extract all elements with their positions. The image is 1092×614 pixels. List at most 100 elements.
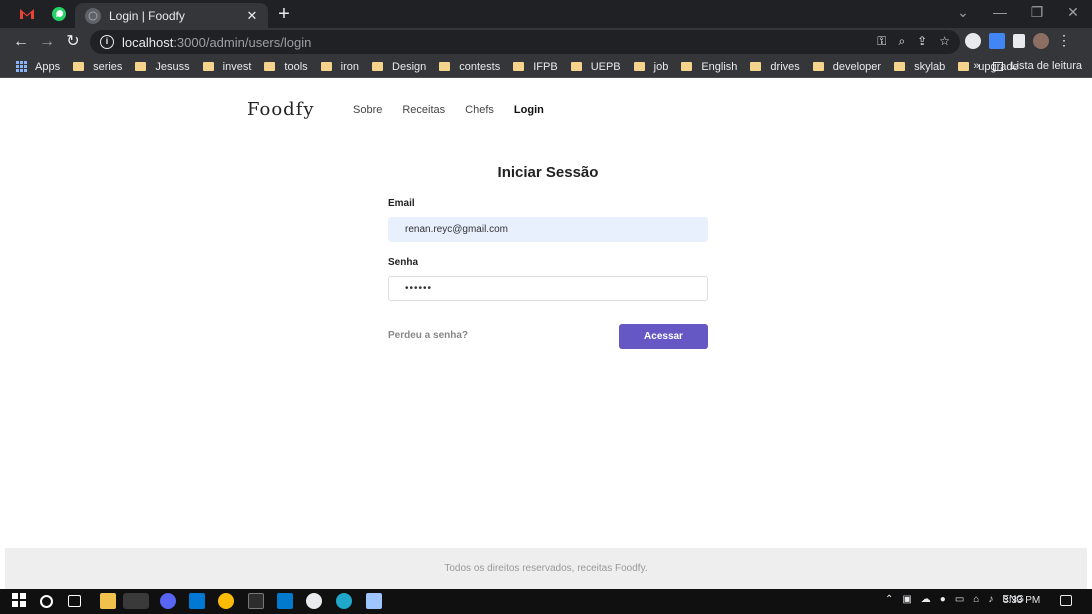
bookmark-folder[interactable]: series bbox=[73, 61, 122, 73]
chrome-icon[interactable] bbox=[218, 593, 234, 609]
forward-arrow-icon[interactable]: → bbox=[36, 31, 58, 53]
mail-icon[interactable] bbox=[189, 593, 205, 609]
extension-icon[interactable] bbox=[965, 33, 981, 49]
windows-start-icon[interactable] bbox=[12, 593, 28, 609]
browser-toolbar: ← → ↻ i localhost:3000/admin/users/login… bbox=[0, 28, 1092, 56]
bookmark-folder[interactable]: skylab bbox=[894, 61, 945, 73]
tray-overflow-icon[interactable]: ⌃ bbox=[885, 594, 893, 605]
bookmark-label: UEPB bbox=[590, 60, 621, 73]
onedrive-icon[interactable]: ☁ bbox=[921, 594, 931, 605]
reading-list-icon[interactable] bbox=[993, 61, 1004, 71]
folder-icon bbox=[202, 62, 214, 71]
tab-login-foodfy[interactable]: Login | Foodfy ✕ bbox=[75, 3, 268, 28]
task-view-icon[interactable] bbox=[68, 595, 81, 607]
puzzle-icon[interactable] bbox=[1013, 34, 1025, 48]
notepad-icon[interactable] bbox=[366, 593, 382, 609]
file-explorer-icon[interactable] bbox=[100, 593, 116, 609]
folder-icon bbox=[681, 62, 693, 71]
whatsapp-pinned-tab[interactable] bbox=[46, 4, 72, 24]
translate-extension-icon[interactable] bbox=[989, 33, 1005, 49]
password-field[interactable]: •••••• bbox=[388, 276, 708, 301]
bookmark-folder[interactable]: IFPB bbox=[513, 61, 558, 73]
site-info-icon[interactable]: i bbox=[100, 35, 114, 49]
bookmarks-overflow: » Lista de leitura bbox=[973, 60, 1082, 72]
edge-icon[interactable] bbox=[336, 593, 352, 609]
close-window-button[interactable]: ✕ bbox=[1053, 4, 1092, 21]
bookmark-folder[interactable]: tools bbox=[264, 61, 308, 73]
terminal-icon[interactable] bbox=[248, 593, 264, 609]
share-icon[interactable]: ⇪ bbox=[917, 34, 927, 49]
forgot-password-link[interactable]: Perdeu a senha? bbox=[388, 330, 468, 341]
login-submit-button[interactable]: Acessar bbox=[619, 324, 708, 349]
volume-icon[interactable]: ♪ bbox=[988, 594, 993, 605]
bookmark-folder[interactable]: contests bbox=[439, 61, 500, 73]
bookmark-label: iron bbox=[340, 60, 360, 73]
nav-link-login[interactable]: Login bbox=[514, 104, 544, 116]
site-logo[interactable]: Foodfy bbox=[247, 99, 315, 120]
network-icon[interactable]: ⌂ bbox=[973, 594, 979, 605]
bookmark-label: skylab bbox=[914, 60, 946, 73]
bookmark-label: Design bbox=[392, 60, 427, 73]
bookmark-star-icon[interactable]: ☆ bbox=[939, 34, 950, 49]
battery-icon[interactable]: ▭ bbox=[955, 594, 964, 605]
bookmark-label: series bbox=[93, 60, 123, 73]
insomnia-icon[interactable] bbox=[306, 593, 322, 609]
bookmark-folder[interactable]: invest bbox=[202, 60, 252, 73]
discord-icon[interactable] bbox=[160, 593, 176, 609]
bookmarks-bar: Apps series Jesuss invest tools iron Des… bbox=[0, 56, 1092, 78]
close-tab-icon[interactable]: ✕ bbox=[242, 8, 262, 24]
bookmark-apps[interactable]: Apps bbox=[16, 61, 60, 73]
site-nav: Sobre Receitas Chefs Login bbox=[353, 104, 544, 116]
bookmark-folder[interactable]: UEPB bbox=[570, 60, 621, 73]
gmail-pinned-tab[interactable] bbox=[14, 4, 40, 24]
bookmark-folder[interactable]: Jesuss bbox=[135, 61, 190, 73]
gmail-icon bbox=[20, 9, 34, 19]
bookmark-folder[interactable]: developer bbox=[812, 61, 881, 73]
bookmark-label: invest bbox=[222, 60, 252, 73]
folder-icon bbox=[633, 62, 645, 71]
bookmark-folder[interactable]: drives bbox=[750, 60, 800, 73]
apps-grid-icon bbox=[16, 61, 27, 72]
bookmark-label: English bbox=[701, 60, 738, 73]
folder-icon bbox=[320, 62, 332, 71]
obs-icon[interactable] bbox=[123, 593, 149, 609]
menu-kebab-icon[interactable]: ⋮ bbox=[1057, 33, 1071, 49]
extensions-area: ⋮ bbox=[965, 33, 1071, 49]
nav-link-receitas[interactable]: Receitas bbox=[402, 104, 445, 116]
new-tab-button[interactable]: + bbox=[273, 3, 295, 25]
zoom-icon[interactable]: ⌕ bbox=[898, 34, 905, 49]
email-field[interactable]: renan.reyc@gmail.com bbox=[388, 217, 708, 242]
email-label: Email bbox=[388, 198, 415, 209]
tray-device-icon[interactable]: ▣ bbox=[902, 594, 911, 605]
folder-icon bbox=[135, 62, 147, 71]
search-icon[interactable] bbox=[40, 595, 53, 608]
folder-icon bbox=[570, 62, 582, 71]
bookmarks-more-button[interactable]: » bbox=[973, 60, 979, 72]
avatar[interactable] bbox=[1033, 33, 1049, 49]
folder-icon bbox=[812, 62, 824, 71]
bookmark-folder[interactable]: Design bbox=[372, 61, 426, 73]
window-list-chevron-icon[interactable]: ⌄ bbox=[943, 4, 983, 21]
taskbar-clock[interactable]: 3:33 PM bbox=[1003, 595, 1040, 606]
address-bar-actions: ⚿ ⌕ ⇪ ☆ bbox=[877, 34, 950, 49]
back-arrow-icon[interactable]: ← bbox=[10, 31, 32, 53]
bookmark-label: drives bbox=[770, 60, 800, 73]
nav-link-chefs[interactable]: Chefs bbox=[465, 104, 494, 116]
whatsapp-icon bbox=[52, 7, 66, 21]
reload-icon[interactable]: ↻ bbox=[62, 31, 84, 53]
minimize-button[interactable]: — bbox=[980, 4, 1020, 20]
address-bar[interactable]: i localhost:3000/admin/users/login ⚿ ⌕ ⇪… bbox=[90, 30, 960, 54]
folder-icon bbox=[894, 62, 906, 71]
key-icon[interactable]: ⚿ bbox=[877, 34, 886, 49]
nav-link-sobre[interactable]: Sobre bbox=[353, 104, 382, 116]
bookmark-folder[interactable]: job bbox=[633, 60, 669, 73]
bookmark-folder[interactable]: iron bbox=[320, 60, 360, 73]
bookmark-folder[interactable]: English bbox=[681, 61, 737, 73]
vscode-icon[interactable] bbox=[277, 593, 293, 609]
bookmark-label: contests bbox=[459, 60, 501, 73]
maximize-button[interactable]: ❐ bbox=[1017, 4, 1057, 21]
notifications-icon[interactable] bbox=[1060, 595, 1072, 606]
reading-list-label[interactable]: Lista de leitura bbox=[1010, 60, 1082, 72]
microphone-icon[interactable]: ● bbox=[940, 594, 946, 605]
bookmark-label: job bbox=[653, 60, 669, 73]
